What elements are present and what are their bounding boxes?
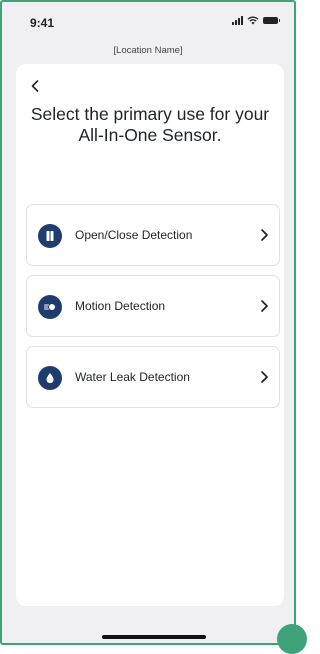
home-indicator[interactable] bbox=[102, 635, 206, 639]
back-button[interactable] bbox=[26, 76, 46, 96]
wifi-icon bbox=[247, 16, 259, 25]
floating-action-button[interactable] bbox=[277, 624, 307, 654]
content-card: Select the primary use for your All-In-O… bbox=[16, 64, 284, 606]
option-motion-detection[interactable]: Motion Detection bbox=[26, 275, 280, 337]
location-name: [Location Name] bbox=[113, 45, 183, 56]
page-title: Select the primary use for your All-In-O… bbox=[30, 104, 270, 145]
status-time: 9:41 bbox=[30, 16, 55, 30]
option-label: Water Leak Detection bbox=[75, 370, 190, 384]
status-bar: 9:41 bbox=[2, 2, 294, 32]
option-open-close-detection[interactable]: Open/Close Detection bbox=[26, 204, 280, 266]
option-label: Open/Close Detection bbox=[75, 228, 193, 242]
phone-frame: 9:41 [Location Name] Select the primary … bbox=[0, 0, 296, 645]
chevron-right-icon bbox=[261, 229, 268, 241]
option-water-leak-detection[interactable]: Water Leak Detection bbox=[26, 346, 280, 408]
status-icons bbox=[232, 16, 280, 25]
motion-icon bbox=[38, 295, 62, 319]
chevron-left-icon bbox=[31, 80, 39, 92]
chevron-right-icon bbox=[261, 300, 268, 312]
water-drop-icon bbox=[38, 366, 62, 390]
option-label: Motion Detection bbox=[75, 299, 166, 313]
door-icon bbox=[38, 224, 62, 248]
signal-icon bbox=[232, 16, 243, 25]
chevron-right-icon bbox=[261, 371, 268, 383]
battery-icon bbox=[263, 17, 280, 24]
